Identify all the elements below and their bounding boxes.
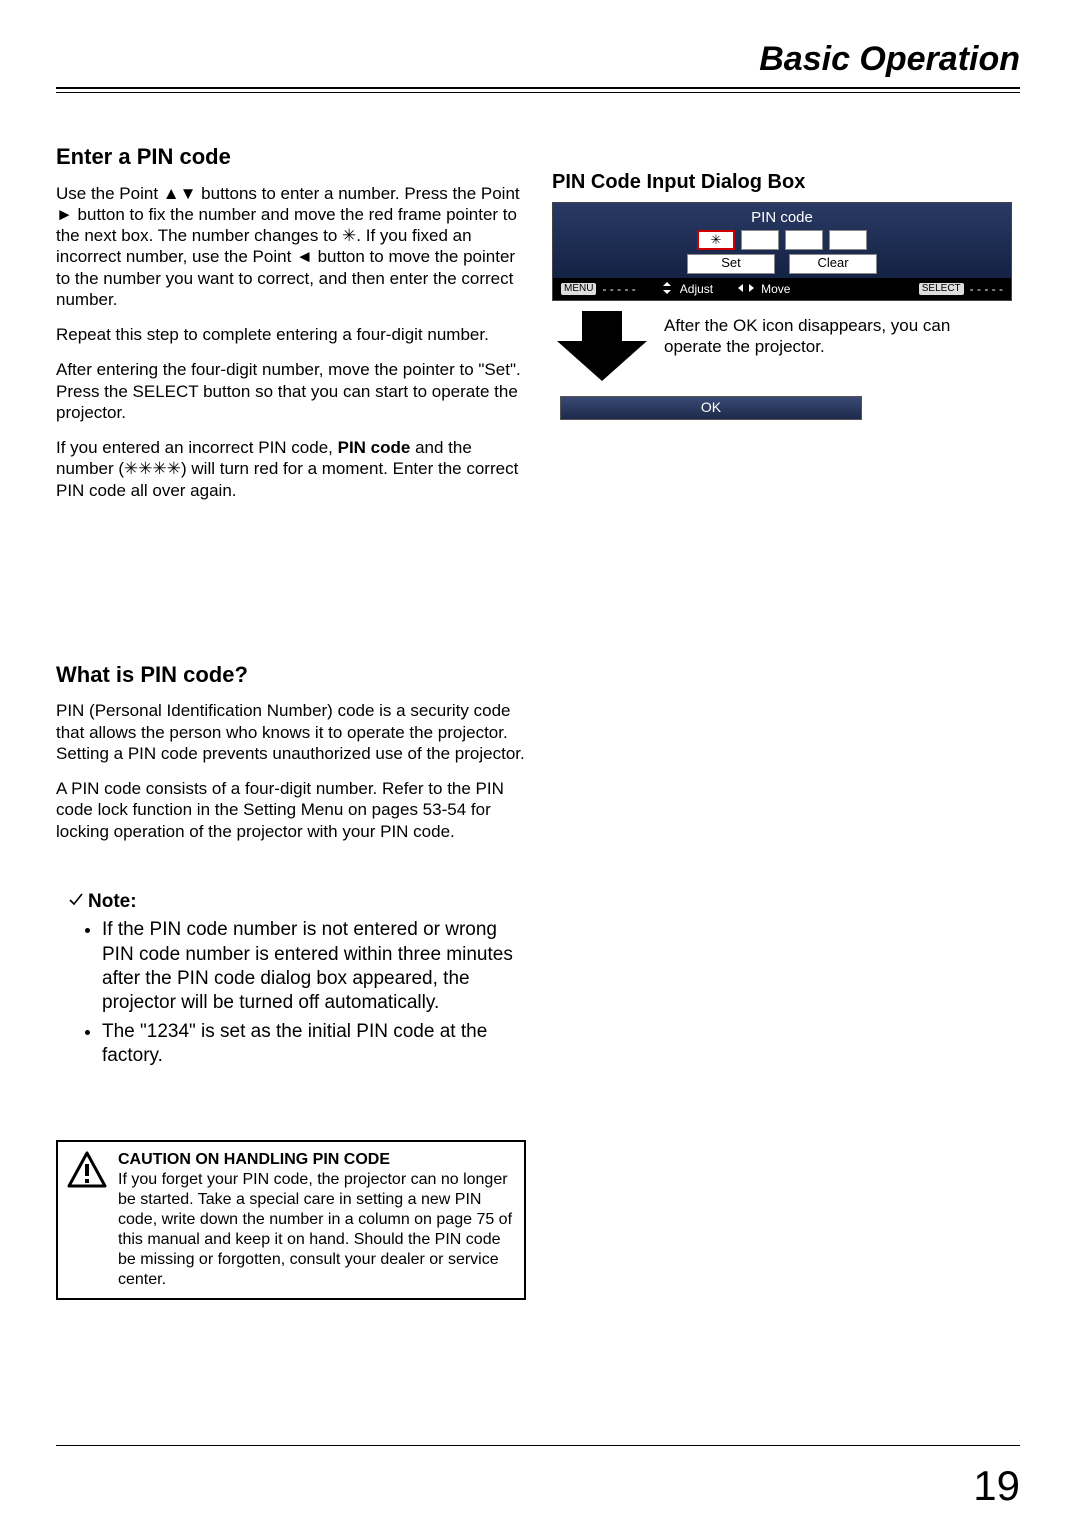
pin-field-4[interactable] <box>829 230 867 250</box>
move-label: Move <box>761 282 790 296</box>
paragraph: PIN (Personal Identification Number) cod… <box>56 700 526 764</box>
dialog-hint-bar: MENU - - - - - Adjust Move <box>553 278 1011 300</box>
header-rule-thick <box>56 87 1020 89</box>
pin-dialog: PIN code ✳ Set Clear MENU - <box>552 202 1012 301</box>
section-heading-what-is-pin: What is PIN code? <box>56 661 526 689</box>
note-block: Note: If the PIN code number is not ente… <box>68 890 526 1069</box>
bold-pin-code: PIN code <box>338 438 411 457</box>
menu-chip: MENU <box>561 283 596 295</box>
set-button[interactable]: Set <box>687 254 775 274</box>
paragraph: A PIN code consists of a four-digit numb… <box>56 778 526 842</box>
header-rule-thin <box>56 92 1020 93</box>
page-header-title: Basic Operation <box>56 40 1020 85</box>
clear-button[interactable]: Clear <box>789 254 877 274</box>
leftright-icon <box>737 282 755 297</box>
caution-box: CAUTION ON HANDLING PIN CODE If you forg… <box>56 1140 526 1300</box>
arrow-caption: After the OK icon disappears, you can op… <box>664 311 1012 358</box>
paragraph: Repeat this step to complete entering a … <box>56 324 526 345</box>
footer-rule <box>56 1445 1020 1446</box>
note-item: The "1234" is set as the initial PIN cod… <box>102 1020 526 1069</box>
updown-icon <box>660 281 674 298</box>
pin-field-3[interactable] <box>785 230 823 250</box>
caution-icon <box>66 1150 108 1290</box>
note-label: Note: <box>88 890 137 915</box>
paragraph: If you entered an incorrect PIN code, PI… <box>56 437 526 501</box>
adjust-label: Adjust <box>680 282 713 296</box>
down-arrow-icon <box>552 311 652 386</box>
caution-title: CAUTION ON HANDLING PIN CODE <box>118 1150 514 1170</box>
menu-dashes: - - - - - <box>602 282 635 296</box>
paragraph: After entering the four-digit number, mo… <box>56 359 526 423</box>
select-chip: SELECT <box>919 283 964 295</box>
select-dashes: - - - - - <box>970 282 1003 296</box>
paragraph: Use the Point ▲▼ buttons to enter a numb… <box>56 183 526 311</box>
pin-field-2[interactable] <box>741 230 779 250</box>
text-span: If you entered an incorrect PIN code, <box>56 438 338 457</box>
pin-field-1[interactable]: ✳ <box>697 230 735 250</box>
section-heading-enter-pin: Enter a PIN code <box>56 143 526 171</box>
check-icon <box>68 891 84 912</box>
page-number: 19 <box>973 1462 1020 1510</box>
dialog-title: PIN code <box>559 207 1005 230</box>
dialog-heading: PIN Code Input Dialog Box <box>552 171 1012 194</box>
note-item: If the PIN code number is not entered or… <box>102 918 526 1015</box>
caution-body: If you forget your PIN code, the project… <box>118 1170 514 1290</box>
ok-bar: OK <box>560 396 862 420</box>
